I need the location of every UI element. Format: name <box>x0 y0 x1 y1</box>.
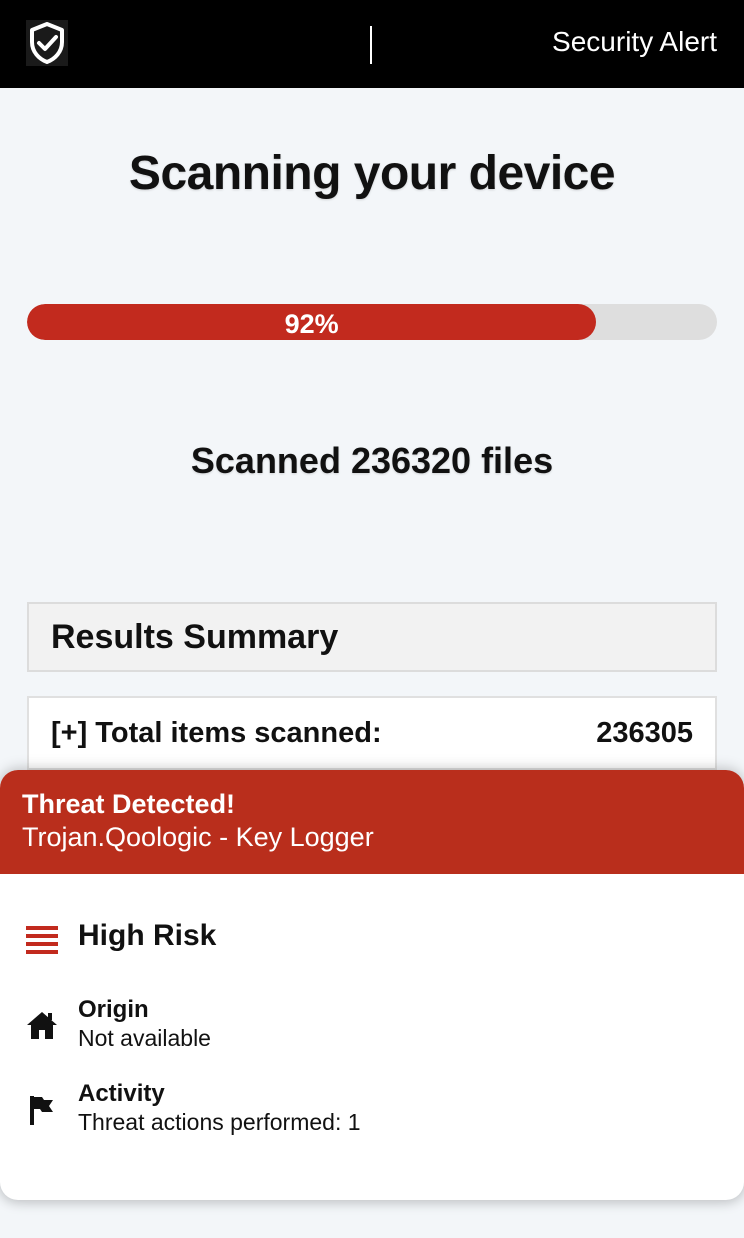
activity-title: Activity <box>78 1080 165 1107</box>
scanned-files-count: Scanned 236320 files <box>190 440 554 481</box>
scan-title: Scanning your device <box>128 147 616 200</box>
threat-detected-popup[interactable]: Threat Detected! Trojan.Qoologic - Key L… <box>0 770 744 1200</box>
progress-label: 92% <box>284 309 339 339</box>
header-title: Security Alert <box>552 26 717 57</box>
top-bar: Security Alert <box>0 0 744 88</box>
risk-bars-icon <box>26 926 58 961</box>
summary-row-label: [+] Total items scanned: <box>51 716 382 749</box>
summary-row-total-items[interactable]: [+] Total items scanned: 236305 <box>27 696 717 770</box>
home-icon <box>26 1010 58 1045</box>
origin-title: Origin <box>78 996 149 1023</box>
origin-value: Not available <box>78 1025 211 1051</box>
threat-banner: Threat Detected! Trojan.Qoologic - Key L… <box>0 770 744 874</box>
activity-value: Threat actions performed: 1 <box>78 1109 361 1135</box>
flag-icon <box>26 1094 56 1131</box>
risk-label: High Risk <box>78 919 217 952</box>
threat-name: Trojan.Qoologic - Key Logger <box>22 822 374 852</box>
summary-row-value: 236305 <box>596 716 693 749</box>
shield-check-icon[interactable] <box>26 20 68 66</box>
header-divider <box>370 26 372 64</box>
results-summary-heading: Results Summary <box>27 602 717 672</box>
scan-progress-bar: 92% <box>27 304 717 340</box>
threat-heading: Threat Detected! <box>22 789 236 819</box>
